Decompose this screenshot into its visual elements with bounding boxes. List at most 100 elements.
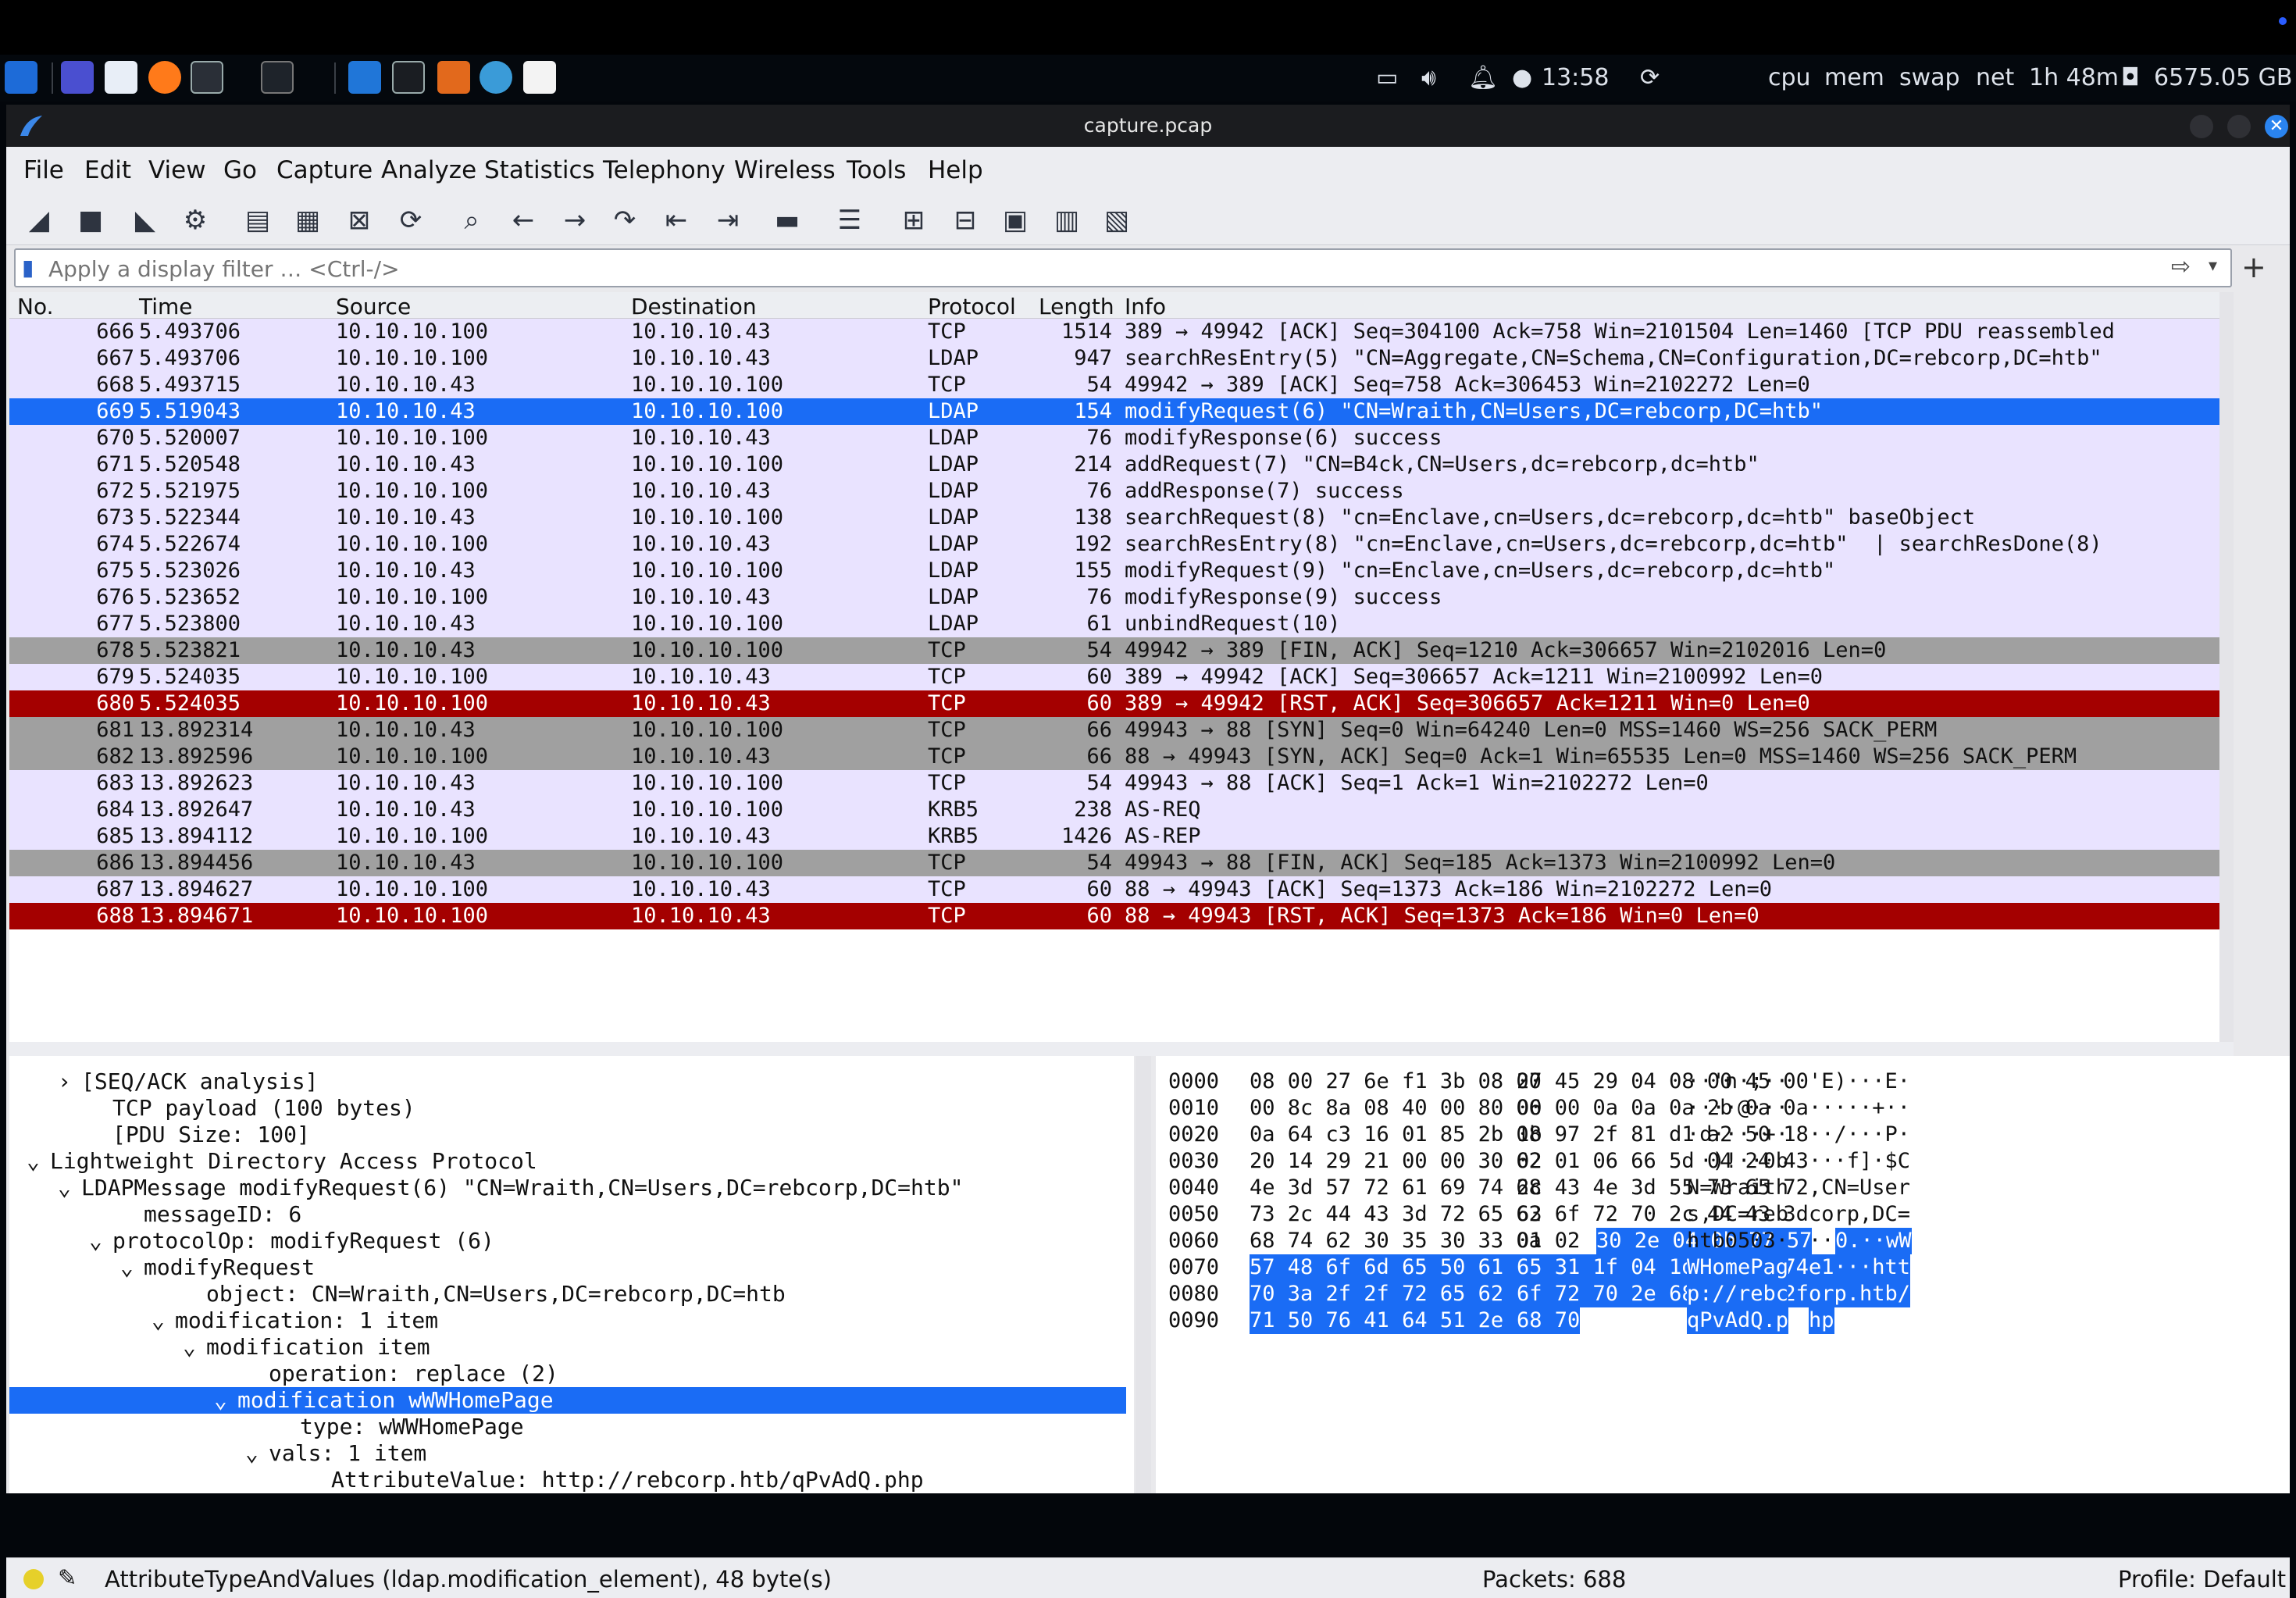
ascii-bytes[interactable]: 'E)···E· <box>1809 1068 1910 1095</box>
menu-wireless[interactable]: Wireless <box>734 156 836 184</box>
workspace-icon[interactable] <box>261 61 294 94</box>
terminal-task-icon[interactable] <box>392 61 425 94</box>
menu-statistics[interactable]: Statistics <box>484 156 595 184</box>
tree-expander-icon[interactable]: ⌄ <box>58 1175 71 1201</box>
tree-expander-icon[interactable]: ⌄ <box>27 1148 40 1175</box>
ascii-bytes[interactable]: WHomePag <box>1687 1254 1789 1281</box>
ascii-bytes[interactable]: N=Wraith <box>1687 1175 1788 1201</box>
go-first-icon[interactable]: ⇤ <box>659 203 693 237</box>
detail-tree-item[interactable]: ⌄ LDAPMessage modifyRequest(6) "CN=Wraith… <box>9 1175 1126 1201</box>
col-protocol[interactable]: Protocol <box>928 294 1016 319</box>
packet-row[interactable]: 666 5.493706 10.10.10.100 10.10.10.43 TCP 151… <box>9 319 2224 345</box>
packet-row[interactable]: 668 5.493715 10.10.10.43 10.10.10.100 TCP 54 4… <box>9 372 2224 398</box>
ascii-bytes[interactable]: htb0503· <box>1687 1228 1788 1254</box>
volume-icon[interactable]: 🔊︎ <box>1421 62 1436 94</box>
col-time[interactable]: Time <box>139 294 193 319</box>
packet-row[interactable]: 684 13.892647 10.10.10.43 10.10.10.100 KRB5 2… <box>9 797 2224 823</box>
ascii-bytes[interactable]: s,DC=reb <box>1687 1201 1788 1228</box>
file-manager-icon[interactable] <box>105 61 137 94</box>
col-no[interactable]: No. <box>17 294 53 319</box>
packet-row[interactable]: 673 5.522344 10.10.10.43 10.10.10.100 LDAP 13… <box>9 505 2224 531</box>
tree-expander-icon[interactable]: ⌄ <box>120 1254 134 1281</box>
col-info[interactable]: Info <box>1125 294 1166 319</box>
details-scrollbar[interactable] <box>1136 1056 1151 1493</box>
packet-row[interactable]: 686 13.894456 10.10.10.43 10.10.10.100 TCP 54… <box>9 850 2224 876</box>
packet-row[interactable]: 667 5.493706 10.10.10.100 10.10.10.43 LDAP 94… <box>9 345 2224 372</box>
go-to-packet-icon[interactable]: ↷ <box>608 203 642 237</box>
wireshark-task-icon[interactable] <box>348 61 381 94</box>
detail-tree-item[interactable]: ⌄ Lightweight Directory Access Protocol <box>9 1148 1126 1175</box>
hex-bytes[interactable]: 0a 64 c3 16 01 85 2b 08 <box>1250 1122 1542 1148</box>
menu-analyze[interactable]: Analyze <box>381 156 476 184</box>
hex-bytes[interactable]: 73 2c 44 43 3d 72 65 62 <box>1250 1201 1542 1228</box>
burp-task-icon[interactable] <box>437 61 470 94</box>
hex-bytes[interactable]: 01 02 <box>1517 1228 1593 1254</box>
packet-row[interactable]: 671 5.520548 10.10.10.43 10.10.10.100 LDAP 21… <box>9 451 2224 478</box>
go-last-icon[interactable]: ⇥ <box>711 203 745 237</box>
autoscroll-icon[interactable]: ▬ <box>770 203 804 237</box>
detail-tree-item[interactable]: ⌄ modifyRequest <box>9 1254 1126 1281</box>
ascii-bytes[interactable]: ·)!··0b <box>1687 1148 1788 1175</box>
filter-dropdown-icon[interactable]: ▾ <box>2209 256 2217 276</box>
packet-row[interactable]: 683 13.892623 10.10.10.43 10.10.10.100 TCP 54… <box>9 770 2224 797</box>
detail-tree-item[interactable]: ⌄ vals: 1 item <box>9 1440 1126 1467</box>
menu-help[interactable]: Help <box>928 156 983 184</box>
ascii-bytes[interactable]: ,CN=User <box>1809 1175 1910 1201</box>
menu-file[interactable]: File <box>23 156 64 184</box>
app-menu-icon[interactable] <box>5 61 37 94</box>
hex-bytes[interactable]: 08 00 27 6e f1 3b 08 00 <box>1250 1068 1542 1095</box>
reload-file-icon[interactable]: ⟳ <box>394 203 428 237</box>
resize-columns-icon[interactable]: ▥ <box>1050 203 1084 237</box>
packet-row[interactable]: 682 13.892596 10.10.10.100 10.10.10.43 TCP 66… <box>9 744 2224 770</box>
hex-bytes[interactable]: 71 50 76 41 64 51 2e 70 <box>1250 1307 1542 1334</box>
detail-tree-item[interactable]: ⌄ modification item <box>9 1334 1126 1361</box>
detail-tree-item[interactable]: TCP payload (100 bytes) <box>9 1095 1126 1122</box>
packet-list-scrollbar[interactable] <box>2219 292 2234 1042</box>
close-file-icon[interactable]: ⊠ <box>342 203 376 237</box>
document-task-icon[interactable] <box>523 61 556 94</box>
normal-size-icon[interactable]: ▣ <box>998 203 1032 237</box>
ascii-bytes[interactable]: hp <box>1809 1307 1834 1334</box>
ascii-bytes[interactable]: p://rebc <box>1687 1281 1789 1307</box>
packet-row[interactable]: 680 5.524035 10.10.10.100 10.10.10.43 TCP 60 3… <box>9 690 2224 717</box>
terminal-icon[interactable] <box>191 61 223 94</box>
detail-tree-item[interactable]: ⌄ modification wWWHomePage <box>9 1387 1126 1414</box>
col-destination[interactable]: Destination <box>631 294 757 319</box>
add-filter-button[interactable]: + <box>2241 250 2266 284</box>
start-capture-icon[interactable]: ◢ <box>22 203 56 237</box>
detail-tree-item[interactable]: operation: replace (2) <box>9 1361 1126 1387</box>
ascii-bytes[interactable]: orp.htb/ <box>1809 1281 1911 1307</box>
hex-bytes[interactable]: 20 14 29 21 00 00 30 62 <box>1250 1148 1542 1175</box>
packet-row[interactable]: 687 13.894627 10.10.10.100 10.10.10.43 TCP 60… <box>9 876 2224 903</box>
status-profile[interactable]: Profile: Default <box>2118 1566 2286 1593</box>
restart-capture-icon[interactable]: ◣ <box>128 203 162 237</box>
save-file-icon[interactable]: ▦ <box>291 203 325 237</box>
detail-tree-item[interactable]: ⌄ protocolOp: modifyRequest (6) <box>9 1228 1126 1254</box>
layout-icon[interactable]: ▧ <box>1100 203 1134 237</box>
maximize-button[interactable] <box>2227 115 2251 138</box>
menu-go[interactable]: Go <box>223 156 257 184</box>
go-back-icon[interactable]: ← <box>506 203 540 237</box>
tree-expander-icon[interactable]: ⌄ <box>89 1228 102 1254</box>
capture-options-icon[interactable]: ⚙ <box>178 203 212 237</box>
ascii-bytes[interactable]: ·····+·· <box>1809 1095 1910 1122</box>
menu-telephony[interactable]: Telephony <box>603 156 726 184</box>
menu-edit[interactable]: Edit <box>84 156 131 184</box>
close-button[interactable]: ✕ <box>2265 115 2288 138</box>
hex-bytes[interactable]: 4e 3d 57 72 61 69 74 68 <box>1250 1175 1542 1201</box>
packet-row[interactable]: 676 5.523652 10.10.10.100 10.10.10.43 LDAP 76… <box>9 584 2224 611</box>
ascii-bytes[interactable]: corp,DC= <box>1809 1201 1910 1228</box>
bookmark-icon[interactable]: ▮ <box>22 255 34 280</box>
stop-capture-icon[interactable]: ■ <box>73 203 108 237</box>
ascii-bytes[interactable]: ··/···P· <box>1809 1122 1910 1148</box>
packet-row[interactable]: 669 5.519043 10.10.10.43 10.10.10.100 LDAP 15… <box>9 398 2224 425</box>
minimize-button[interactable] <box>2190 115 2213 138</box>
hex-bytes[interactable]: 68 70 <box>1517 1307 1581 1334</box>
tree-expander-icon[interactable]: › <box>58 1068 71 1095</box>
ascii-bytes[interactable]: ····@··· <box>1687 1095 1788 1122</box>
apply-filter-icon[interactable]: ⇨ <box>2171 253 2191 280</box>
find-packet-icon[interactable]: ⌕ <box>455 203 489 237</box>
tree-expander-icon[interactable]: ⌄ <box>245 1440 258 1467</box>
ascii-bytes[interactable]: ·d····+· <box>1687 1122 1788 1148</box>
packet-row[interactable]: 678 5.523821 10.10.10.43 10.10.10.100 TCP 54 4… <box>9 637 2224 664</box>
